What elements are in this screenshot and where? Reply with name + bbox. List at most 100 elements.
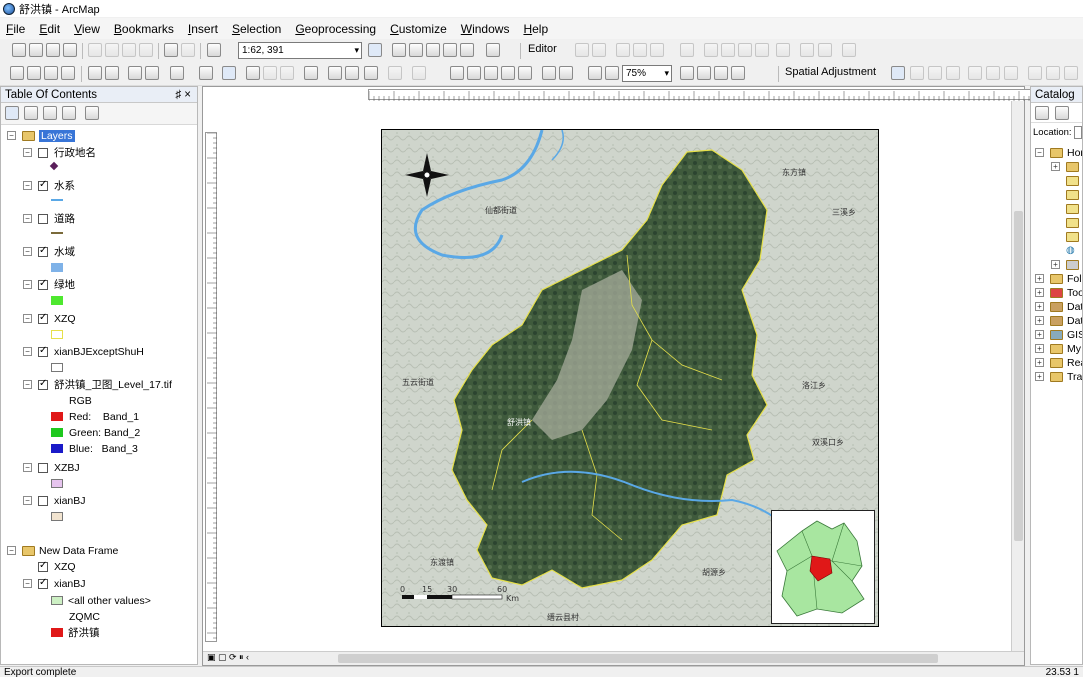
catalog-item[interactable]: + Too	[1035, 285, 1082, 300]
toc-pin-close[interactable]: ♯ ×	[175, 89, 191, 101]
menu-selection[interactable]: Selection	[232, 22, 281, 36]
layer-name[interactable]: xianBJ	[54, 578, 86, 590]
create-features-icon[interactable]	[818, 43, 832, 57]
go-to-xy-icon[interactable]	[364, 66, 378, 80]
layout-view[interactable]: 仙都街道 东方镇 三溪乡 五云街道 洛江乡 双溪口乡 舒洪镇 东渡镇 胡源乡 缙…	[202, 86, 1068, 666]
back-arrow-icon[interactable]	[1035, 106, 1049, 120]
layer-visibility-checkbox[interactable]	[38, 495, 48, 506]
layer-visibility-checkbox[interactable]	[38, 462, 48, 473]
catalog-item[interactable]: +GIS	[1035, 327, 1082, 342]
zoom-in-icon[interactable]	[10, 66, 24, 80]
catalog-item[interactable]: + Dat	[1035, 313, 1082, 328]
fixed-layout-zoom-out-icon[interactable]	[559, 66, 573, 80]
catalog-subitem[interactable]: +	[1051, 257, 1082, 272]
layer-row[interactable]: − xianBJ	[23, 493, 86, 508]
add-data-icon[interactable]	[207, 43, 221, 57]
save-icon[interactable]	[46, 43, 60, 57]
python-window-icon[interactable]	[460, 43, 474, 57]
undo-icon[interactable]	[164, 43, 178, 57]
list-by-drawing-order-icon[interactable]	[5, 106, 19, 120]
find-route-icon[interactable]	[345, 66, 359, 80]
layer-name[interactable]: 绿地	[54, 277, 75, 292]
create-viewer-icon[interactable]	[412, 66, 426, 80]
catalog-subitem[interactable]	[1066, 173, 1082, 188]
layer-name[interactable]: xianBJExceptShuH	[54, 346, 144, 358]
cut-icon[interactable]	[88, 43, 102, 57]
identify-icon[interactable]	[246, 66, 260, 80]
layer-name[interactable]: 水域	[54, 244, 75, 259]
layer-row[interactable]: XZQ	[38, 559, 76, 574]
collapse-icon[interactable]: −	[23, 496, 32, 505]
back-extent-icon[interactable]	[128, 66, 142, 80]
list-by-visibility-icon[interactable]	[43, 106, 57, 120]
layer-name[interactable]: 舒洪镇_卫图_Level_17.tif	[54, 377, 172, 392]
catalog-item[interactable]: + Dat	[1035, 299, 1082, 314]
clear-links-icon[interactable]	[1004, 66, 1018, 80]
catalog-search-item[interactable]: ◍	[1066, 243, 1075, 258]
split-line-icon[interactable]	[738, 43, 752, 57]
clear-selection-icon[interactable]	[199, 66, 213, 80]
layer-visibility-checkbox[interactable]	[38, 577, 48, 589]
view-switch-icon[interactable]: ▣ ▢ ⟳ ⏸ ‹	[207, 652, 249, 663]
data-driven-pages-icon[interactable]	[731, 66, 745, 80]
layer-visibility-checkbox[interactable]	[38, 560, 48, 572]
layer-visibility-checkbox[interactable]	[38, 179, 48, 191]
layer-row[interactable]: − 道路	[23, 211, 75, 226]
toggle-draft-mode-icon[interactable]	[680, 66, 694, 80]
catalog-item[interactable]: + Fol	[1035, 271, 1082, 286]
data-frame-new[interactable]: − New Data Frame	[7, 543, 118, 558]
layer-row[interactable]: − xianBJ	[23, 576, 86, 591]
fill-symbol-icon[interactable]	[51, 263, 63, 272]
toc-options-icon[interactable]	[85, 106, 99, 120]
edit-tool-icon[interactable]	[575, 43, 589, 57]
straight-segment-icon[interactable]	[616, 43, 630, 57]
collapse-icon[interactable]: −	[23, 280, 32, 289]
red-band-swatch[interactable]	[51, 412, 63, 421]
catalog-window-icon[interactable]	[409, 43, 423, 57]
collapse-icon[interactable]: −	[23, 214, 32, 223]
fill-symbol-icon[interactable]	[51, 512, 63, 521]
band-blue-row[interactable]: Blue: Band_3	[51, 441, 138, 456]
layout-back-icon[interactable]	[588, 66, 602, 80]
collapse-icon[interactable]: −	[23, 463, 32, 472]
forward-arrow-icon[interactable]	[1055, 106, 1069, 120]
layer-visibility-checkbox[interactable]	[38, 213, 48, 224]
trace-icon[interactable]	[650, 43, 664, 57]
time-slider-icon[interactable]	[388, 66, 402, 80]
layer-name[interactable]: XZQ	[54, 313, 76, 325]
adjustment-preview-icon[interactable]	[1046, 66, 1060, 80]
zoom-100-icon[interactable]	[518, 66, 532, 80]
table-of-contents-icon[interactable]	[392, 43, 406, 57]
editor-more-icon[interactable]	[842, 43, 856, 57]
forward-extent-icon[interactable]	[145, 66, 159, 80]
fill-symbol-icon[interactable]	[51, 479, 63, 488]
menu-view[interactable]: View	[74, 22, 100, 36]
menu-help[interactable]: Help	[523, 22, 548, 36]
collapse-icon[interactable]: −	[23, 181, 32, 190]
view-link-table-icon[interactable]	[1028, 66, 1042, 80]
menu-bookmarks[interactable]: Bookmarks	[114, 22, 174, 36]
copy-icon[interactable]	[105, 43, 119, 57]
new-document-icon[interactable]	[12, 43, 26, 57]
layout-horizontal-scrollbar[interactable]: ▣ ▢ ⟳ ⏸ ‹	[203, 651, 1024, 665]
print-icon[interactable]	[63, 43, 77, 57]
inset-map[interactable]	[771, 510, 875, 624]
collapse-icon[interactable]: −	[7, 131, 16, 140]
menu-edit[interactable]: Edit	[39, 22, 60, 36]
collapse-icon[interactable]: −	[7, 546, 16, 555]
fixed-zoom-in-icon[interactable]	[88, 66, 102, 80]
map-data-frame[interactable]: 仙都街道 东方镇 三溪乡 五云街道 洛江乡 双溪口乡 舒洪镇 东渡镇 胡源乡 缙…	[381, 129, 879, 627]
data-frame-label[interactable]: New Data Frame	[39, 545, 118, 557]
layer-name[interactable]: xianBJ	[54, 495, 86, 507]
adjust-select-icon[interactable]	[891, 66, 905, 80]
layer-visibility-checkbox[interactable]	[38, 312, 48, 324]
hyperlink-icon[interactable]	[263, 66, 277, 80]
cut-polygon-icon[interactable]	[721, 43, 735, 57]
catalog-subitem[interactable]	[1066, 187, 1082, 202]
layer-row[interactable]: − XZQ	[23, 311, 76, 326]
layer-name[interactable]: 行政地名	[54, 145, 96, 160]
line-symbol-icon[interactable]	[51, 199, 63, 201]
catalog-subitem[interactable]	[1066, 215, 1082, 230]
layer-name[interactable]: 道路	[54, 211, 75, 226]
collapse-icon[interactable]: −	[23, 347, 32, 356]
